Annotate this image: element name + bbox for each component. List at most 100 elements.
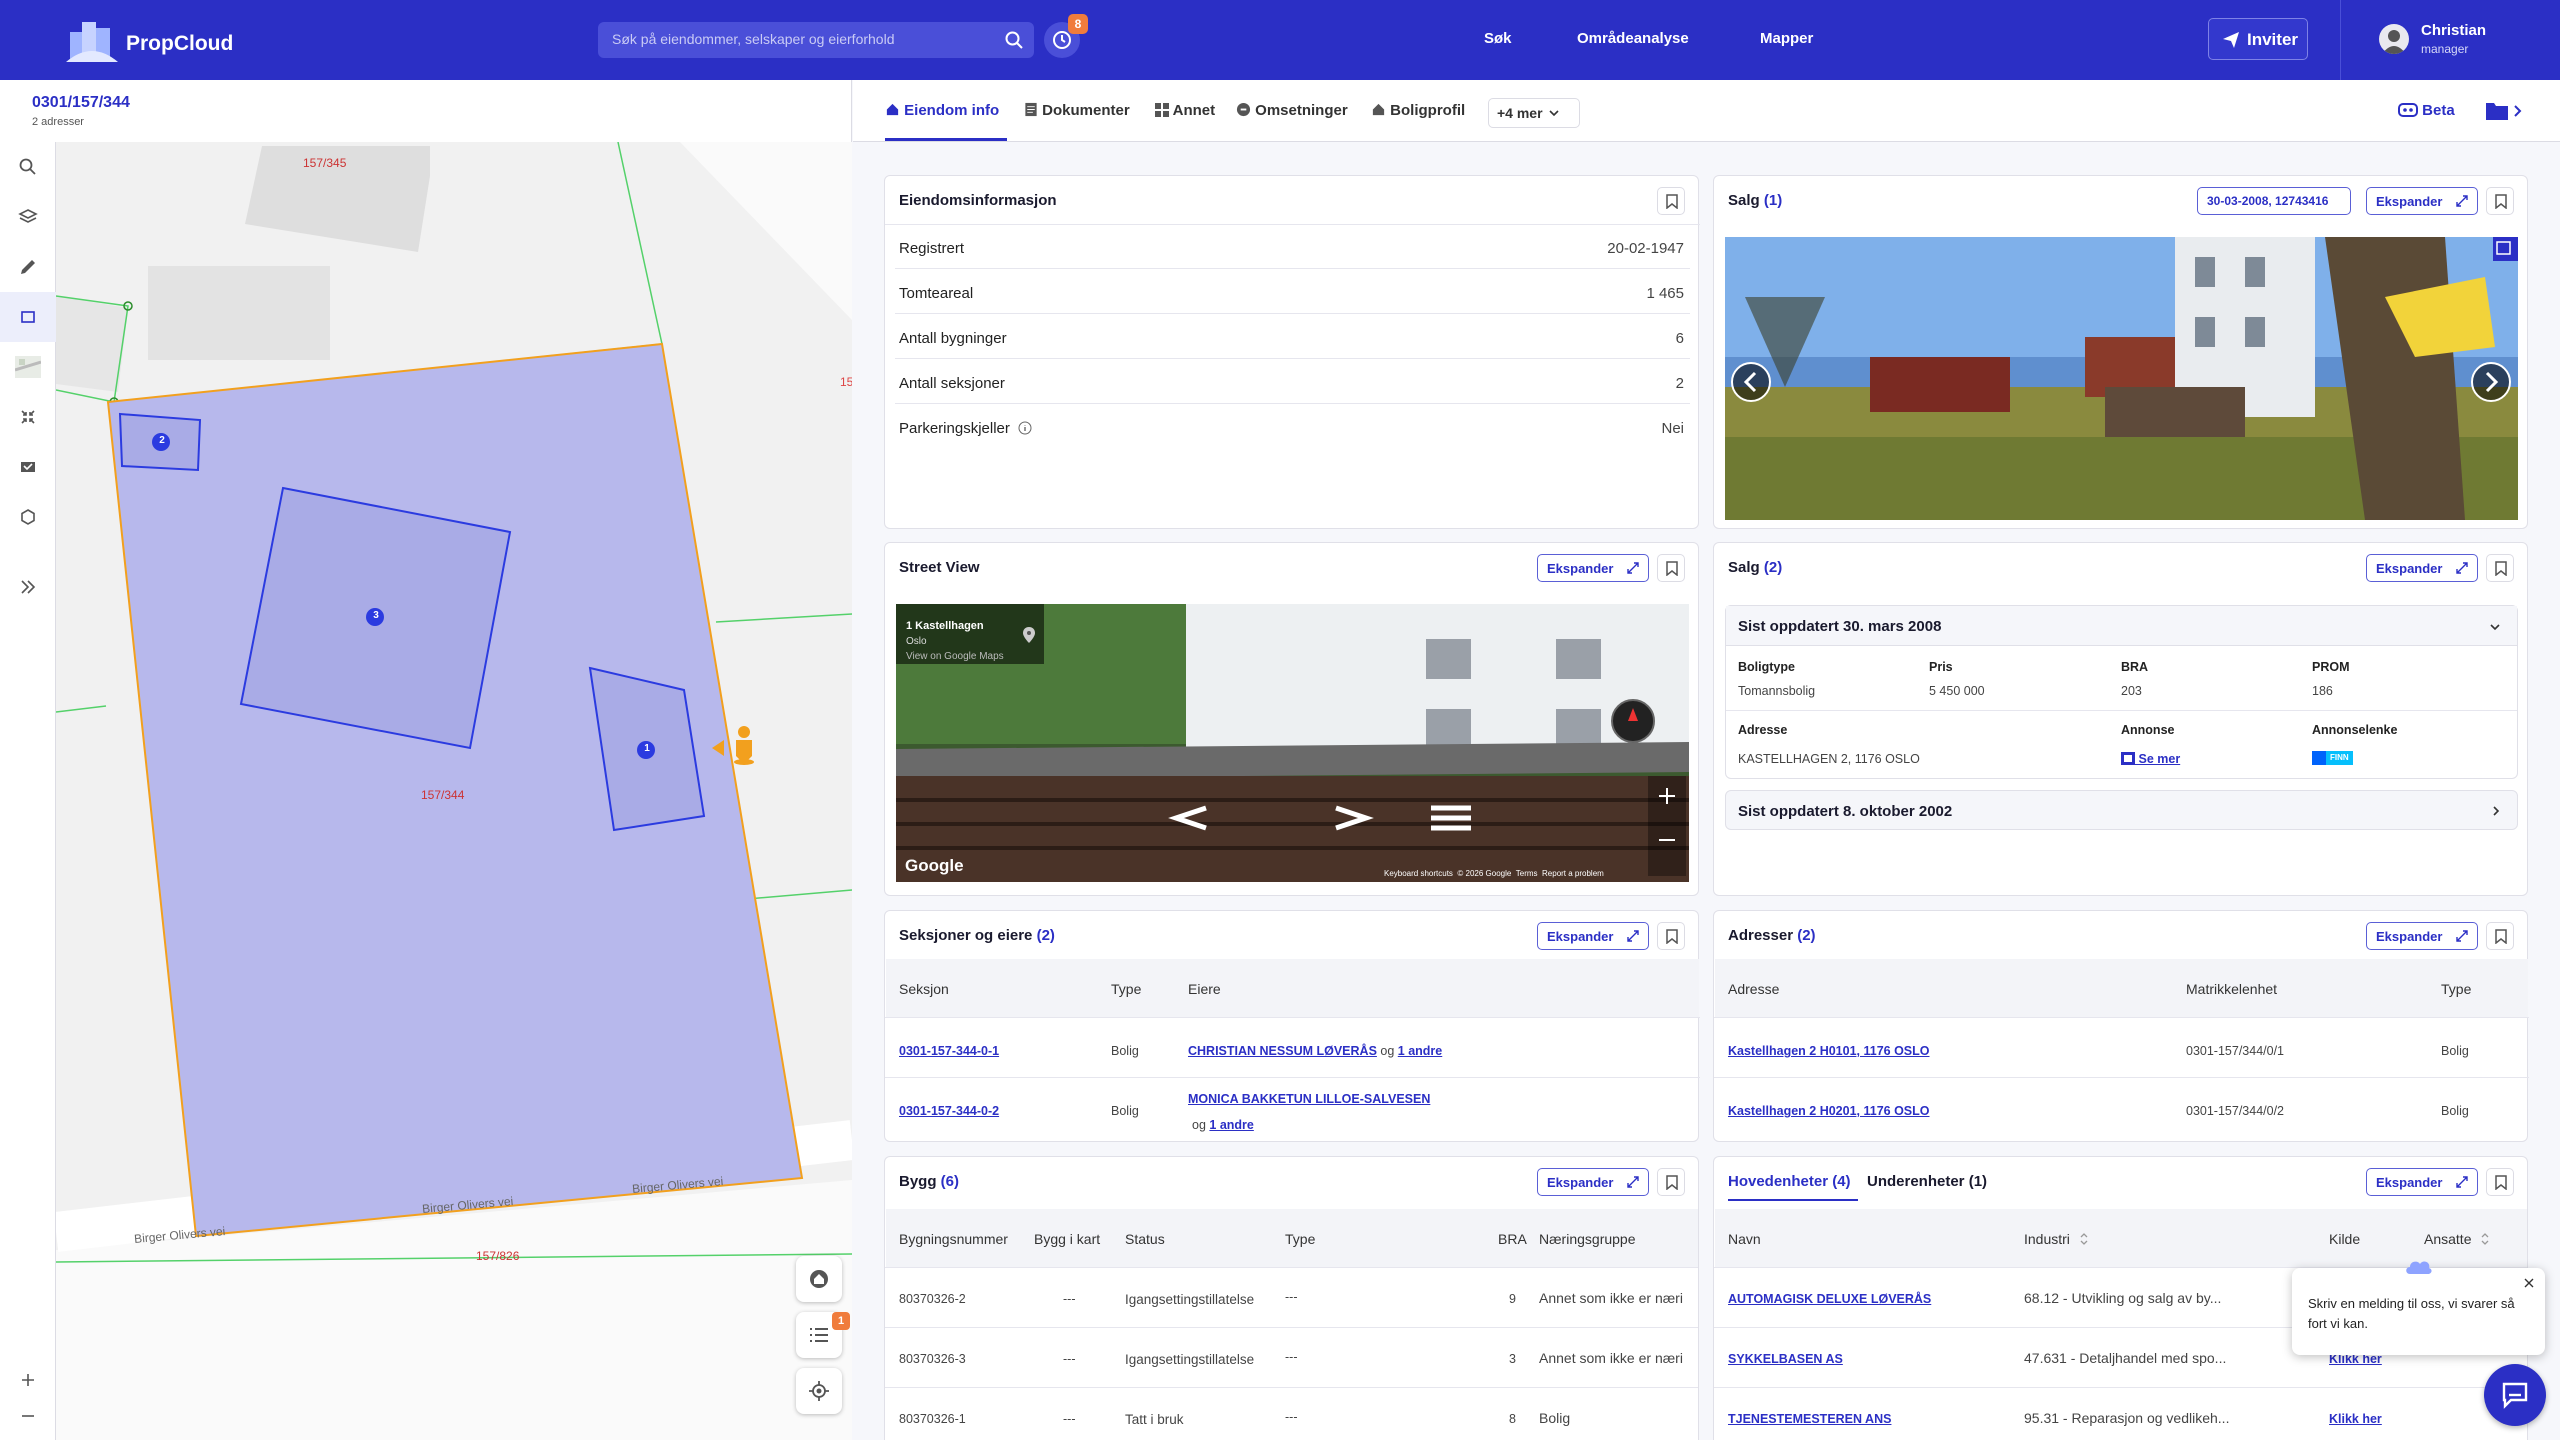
bookmark-button[interactable]	[2486, 1168, 2514, 1196]
tab-hovedenheter[interactable]: Hovedenheter (4)	[1728, 1173, 1851, 1190]
search-icon[interactable]	[1004, 30, 1024, 50]
map-canvas[interactable]: 2 3 1 157/345 157/344 157/826 15 Birger …	[56, 142, 852, 1440]
column-header[interactable]: Type	[1111, 981, 1141, 997]
annonse-link[interactable]: Se mer	[2121, 752, 2180, 766]
locate-button[interactable]	[796, 1368, 842, 1414]
address-link[interactable]: Kastellhagen 2 H0201, 1176 OSLO	[1728, 1104, 1930, 1118]
expand-button[interactable]: Ekspander	[1537, 554, 1649, 582]
company-link[interactable]: TJENESTEMESTEREN ANS	[1728, 1412, 1891, 1426]
folder-button[interactable]	[2484, 100, 2524, 127]
sale-accordion-header[interactable]: Sist oppdatert 30. mars 2008	[1726, 606, 2517, 646]
company-link[interactable]: SYKKELBASEN AS	[1728, 1352, 1843, 1366]
column-header[interactable]: BRA	[1498, 1231, 1527, 1247]
bookmark-button[interactable]	[1657, 1168, 1685, 1196]
sale-label: Annonse	[2121, 723, 2175, 737]
search-input[interactable]: Søk på eiendommer, selskaper og eierforh…	[598, 22, 1034, 58]
building-marker-label: 3	[373, 610, 379, 621]
column-header[interactable]: Seksjon	[899, 981, 949, 997]
seksjon-link[interactable]: 0301-157-344-0-2	[899, 1104, 999, 1118]
zoom-in-button[interactable]	[0, 1362, 56, 1398]
chat-launcher-button[interactable]	[2484, 1364, 2546, 1426]
column-header[interactable]: Status	[1125, 1231, 1165, 1247]
map-search-tool[interactable]	[0, 142, 56, 192]
invite-button[interactable]: Inviter	[2208, 18, 2308, 60]
street-view-image[interactable]	[896, 604, 1689, 882]
tab-omsetninger[interactable]: Omsetninger	[1236, 102, 1348, 119]
draw-tool[interactable]	[0, 242, 56, 292]
expand-button[interactable]: Ekspander	[1537, 922, 1649, 950]
nav-sok[interactable]: Søk	[1484, 30, 1512, 47]
basemap-tool[interactable]	[0, 342, 56, 392]
nav-omradeanalyse[interactable]: Områdeanalyse	[1577, 30, 1689, 47]
user-menu[interactable]: Christian manager	[2340, 0, 2560, 80]
column-header-sortable[interactable]: Ansatte	[2424, 1231, 2489, 1247]
tab-dokumenter[interactable]: Dokumenter	[1024, 102, 1130, 119]
select-area-tool[interactable]	[0, 292, 56, 342]
sale-photo[interactable]	[1725, 237, 2518, 520]
column-header[interactable]: Navn	[1728, 1231, 1761, 1247]
other-owners-link[interactable]: 1 andre	[1209, 1118, 1253, 1132]
other-owners-link[interactable]: 1 andre	[1398, 1044, 1442, 1058]
tab-boligprofil[interactable]: Boligprofil	[1371, 102, 1465, 119]
layers-tool[interactable]	[0, 192, 56, 242]
more-tabs-dropdown[interactable]: +4 mer	[1488, 98, 1580, 128]
expand-button[interactable]: Ekspander	[2366, 187, 2478, 215]
company-link[interactable]: AUTOMAGISK DELUXE LØVERÅS	[1728, 1292, 1931, 1306]
expand-toolbar-button[interactable]	[0, 562, 56, 612]
propcloud-logo-icon[interactable]	[64, 18, 120, 64]
owner-link[interactable]: CHRISTIAN NESSUM LØVERÅS	[1188, 1044, 1377, 1058]
app-name[interactable]: PropCloud	[126, 32, 233, 56]
address-link[interactable]: Kastellhagen 2 H0101, 1176 OSLO	[1728, 1044, 1930, 1058]
bookmark-button[interactable]	[2486, 554, 2514, 582]
sale-address: KASTELLHAGEN 2, 1176 OSLO	[1738, 752, 1920, 766]
column-header-sortable[interactable]: Industri	[2024, 1231, 2088, 1247]
sale-date-chip[interactable]: 30-03-2008, 12743416	[2197, 187, 2351, 215]
column-header[interactable]: Type	[1285, 1231, 1315, 1247]
info-icon[interactable]	[1018, 421, 1032, 435]
bookmark-button[interactable]	[1657, 554, 1685, 582]
owner-link[interactable]: MONICA BAKKETUN LILLOE-SALVESEN	[1188, 1092, 1430, 1106]
sale-label: Adresse	[1738, 723, 1788, 737]
tab-underenheter[interactable]: Underenheter (1)	[1867, 1173, 1987, 1190]
column-header[interactable]: Bygg i kart	[1034, 1231, 1100, 1247]
expand-button[interactable]: Ekspander	[2366, 922, 2478, 950]
map-toolbar	[0, 142, 56, 1440]
sale-accordion-2[interactable]: Sist oppdatert 8. oktober 2002	[1725, 790, 2518, 830]
column-header[interactable]: Eiere	[1188, 981, 1221, 997]
bookmark-icon	[2495, 1175, 2507, 1190]
seksjon-link[interactable]: 0301-157-344-0-1	[899, 1044, 999, 1058]
bookmark-button[interactable]	[1657, 187, 1685, 215]
column-header[interactable]: Matrikkelenhet	[2186, 981, 2277, 997]
mail-tool[interactable]	[0, 442, 56, 492]
column-header[interactable]: Type	[2441, 981, 2471, 997]
polygon-tool[interactable]	[0, 492, 56, 542]
home-button[interactable]	[796, 1256, 842, 1302]
expand-button[interactable]: Ekspander	[2366, 554, 2478, 582]
sale-value: 186	[2312, 684, 2333, 698]
table-cell: ---	[1063, 1292, 1076, 1306]
expand-button[interactable]: Ekspander	[1537, 1168, 1649, 1196]
column-header[interactable]: Næringsgruppe	[1539, 1231, 1636, 1247]
zoom-out-button[interactable]	[0, 1398, 56, 1434]
bookmark-button[interactable]	[2486, 922, 2514, 950]
table-cell: 3	[1509, 1352, 1516, 1366]
bookmark-button[interactable]	[2486, 187, 2514, 215]
building-number: 80370326-3	[899, 1352, 966, 1366]
measure-tool[interactable]	[0, 392, 56, 442]
expand-icon	[1627, 930, 1639, 942]
expand-button[interactable]: Ekspander	[2366, 1168, 2478, 1196]
parcel-label: 157/826	[476, 1249, 520, 1263]
view-on-google-maps-link[interactable]: View on Google Maps	[906, 651, 1004, 662]
source-link[interactable]: Klikk her	[2329, 1412, 2382, 1426]
close-icon[interactable]	[2524, 1278, 2534, 1288]
tab-annet[interactable]: Annet	[1155, 102, 1215, 119]
column-header[interactable]: Kilde	[2329, 1231, 2360, 1247]
beta-button[interactable]: Beta	[2398, 102, 2455, 119]
column-header[interactable]: Bygningsnummer	[899, 1231, 1008, 1247]
column-header[interactable]: Adresse	[1728, 981, 1779, 997]
tab-eiendom-info[interactable]: Eiendom info	[885, 102, 999, 119]
table-cell: Igangsettingstillatelse	[1125, 1352, 1255, 1367]
finn-logo[interactable]: FINN	[2312, 751, 2353, 765]
bookmark-button[interactable]	[1657, 922, 1685, 950]
nav-mapper[interactable]: Mapper	[1760, 30, 1813, 47]
